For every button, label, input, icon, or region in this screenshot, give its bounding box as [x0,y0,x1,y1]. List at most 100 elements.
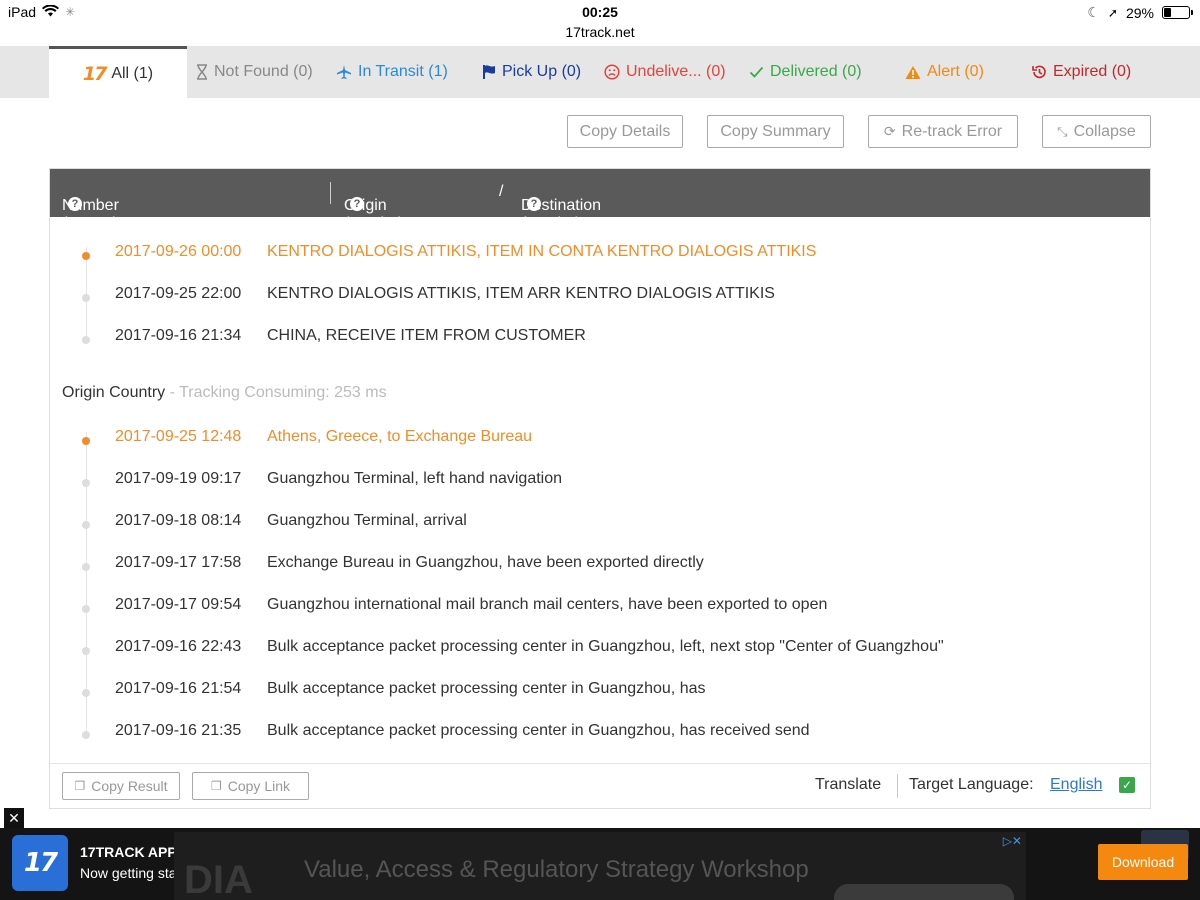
ios-status-bar: iPad ✳ 00:25 17track.net ☾ ➚ 29% [0,0,1200,46]
clock: 00:25 [582,4,618,20]
tab-pick-up[interactable]: Pick Up (0) [482,46,581,98]
airplane-icon [336,64,352,80]
tracking-consuming-meta: - Tracking Consuming: 253 ms [165,384,387,401]
copy-details-label: Copy Details [579,122,671,140]
event-dot [82,479,90,487]
tab-alert-label: Alert (0) [927,63,984,80]
event-description: Exchange Bureau in Guangzhou, have been … [267,554,704,571]
flag-icon [482,64,496,80]
collapse-icon: ⤡ [1057,123,1068,139]
tracking-event: 2017-09-19 09:17 Guangzhou Terminal, lef… [50,470,1150,494]
close-banner-button[interactable]: ✕ [4,808,24,828]
event-dot [82,521,90,529]
location-arrow-icon: ➚ [1107,5,1118,20]
app-banner-title: 17TRACK APP [80,844,177,860]
result-footer: ❐ Copy Result ❐ Copy Link Translate Targ… [50,763,1150,808]
history-icon [1031,64,1047,80]
event-description: Guangzhou international mail branch mail… [267,596,828,613]
tab-in-transit-label: In Transit (1) [358,63,448,80]
tab-delivered-label: Delivered (0) [770,63,862,80]
event-date: 2017-09-16 21:34 [115,327,242,344]
check-icon [749,65,764,79]
event-date: 2017-09-25 22:00 [115,285,242,302]
copy-summary-label: Copy Summary [720,122,831,140]
help-icon[interactable]: ? [68,197,82,211]
download-button[interactable]: Download [1098,844,1188,880]
tracking-event: 2017-09-18 08:14 Guangzhou Terminal, arr… [50,512,1150,536]
table-header: Number (Status)? Origin (Carrier)? / Des… [50,169,1150,232]
copy-icon: ❐ [74,779,86,793]
event-date: 2017-09-18 08:14 [115,512,242,529]
tab-not-found[interactable]: Not Found (0) [196,46,313,98]
copy-icon: ❐ [210,779,222,793]
event-dot [82,252,90,260]
ad-logo: DIA [184,858,253,900]
help-icon[interactable]: ? [527,197,541,211]
event-dot [82,647,90,655]
target-language-link[interactable]: English [1050,776,1102,794]
event-description: Bulk acceptance packet processing center… [267,722,810,739]
ad-choices-icon[interactable]: ▷✕ [1003,834,1022,848]
copy-details-button[interactable]: Copy Details [567,115,683,148]
17track-logo-icon: 17 [82,62,107,85]
event-date: 2017-09-16 21:35 [115,722,242,739]
tab-undelivered-label: Undelive... (0) [626,63,726,80]
advertisement[interactable]: DIA Value, Access & Regulatory Strategy … [174,832,1026,900]
app-download-banner: 17 17TRACK APP Now getting started to tr… [0,828,1200,900]
event-dot [82,336,90,344]
copy-link-button[interactable]: ❐ Copy Link [192,772,309,800]
tab-delivered[interactable]: Delivered (0) [749,46,862,98]
tab-undelivered[interactable]: Undelive... (0) [604,46,726,98]
tracking-event: 2017-09-26 00:00 KENTRO DIALOGIS ATTIKIS… [50,243,1150,267]
event-description: Bulk acceptance packet processing center… [267,638,944,655]
collapse-button[interactable]: ⤡ Collapse [1042,115,1151,148]
tracking-event: 2017-09-17 09:54 Guangzhou international… [50,596,1150,620]
tab-expired-label: Expired (0) [1053,63,1132,80]
event-description: Guangzhou Terminal, arrival [267,512,467,529]
tracking-event: 2017-09-25 12:48 Athens, Greece, to Exch… [50,428,1150,452]
warning-icon [905,65,921,80]
help-icon[interactable]: ? [350,197,364,211]
collapse-label: Collapse [1073,122,1136,140]
tab-all[interactable]: 17 All (1) [49,46,187,98]
event-description: Athens, Greece, to Exchange Bureau [267,428,533,445]
header-slash: / [499,183,504,200]
tracking-event: 2017-09-16 21:35 Bulk acceptance packet … [50,722,1150,746]
tracking-event: 2017-09-25 22:00 KENTRO DIALOGIS ATTIKIS… [50,285,1150,309]
copy-link-label: Copy Link [227,778,291,794]
event-date: 2017-09-26 00:00 [115,243,242,260]
tracking-event: 2017-09-17 17:58 Exchange Bureau in Guan… [50,554,1150,578]
tracking-event: 2017-09-16 22:43 Bulk acceptance packet … [50,638,1150,662]
event-description: KENTRO DIALOGIS ATTIKIS, ITEM IN CONTA K… [267,243,817,260]
event-description: KENTRO DIALOGIS ATTIKIS, ITEM ARR KENTRO… [267,285,775,302]
event-dot [82,689,90,697]
event-dot [82,437,90,445]
header-divider [330,182,331,204]
event-date: 2017-09-19 09:17 [115,470,242,487]
refresh-icon: ⟳ [883,123,896,139]
tab-all-label: All (1) [111,64,154,82]
tab-expired[interactable]: Expired (0) [1031,46,1131,98]
event-dot [82,294,90,302]
battery-icon [1162,6,1193,19]
copy-result-button[interactable]: ❐ Copy Result [62,772,180,800]
tab-alert[interactable]: Alert (0) [905,46,984,98]
tracking-results-panel: Number (Status)? Origin (Carrier)? / Des… [49,168,1151,809]
moon-icon: ☾ [1087,4,1100,20]
footer-divider [897,774,898,798]
translate-button[interactable]: Translate [815,776,881,794]
event-date: 2017-09-16 22:43 [115,638,242,655]
tab-in-transit[interactable]: In Transit (1) [336,46,448,98]
event-date: 2017-09-25 12:48 [115,428,242,445]
translate-checkbox[interactable]: ✓ [1119,777,1135,793]
ad-button[interactable] [834,884,1014,900]
hourglass-icon [196,64,208,80]
tab-not-found-label: Not Found (0) [214,63,313,80]
address-bar[interactable]: 17track.net [0,24,1200,40]
event-dot [82,563,90,571]
ad-headline: Value, Access & Regulatory Strategy Work… [304,856,809,883]
copy-summary-button[interactable]: Copy Summary [707,115,844,148]
retrack-error-button[interactable]: ⟳ Re-track Error [868,115,1018,148]
event-date: 2017-09-17 09:54 [115,596,242,613]
sad-face-icon [604,64,620,80]
